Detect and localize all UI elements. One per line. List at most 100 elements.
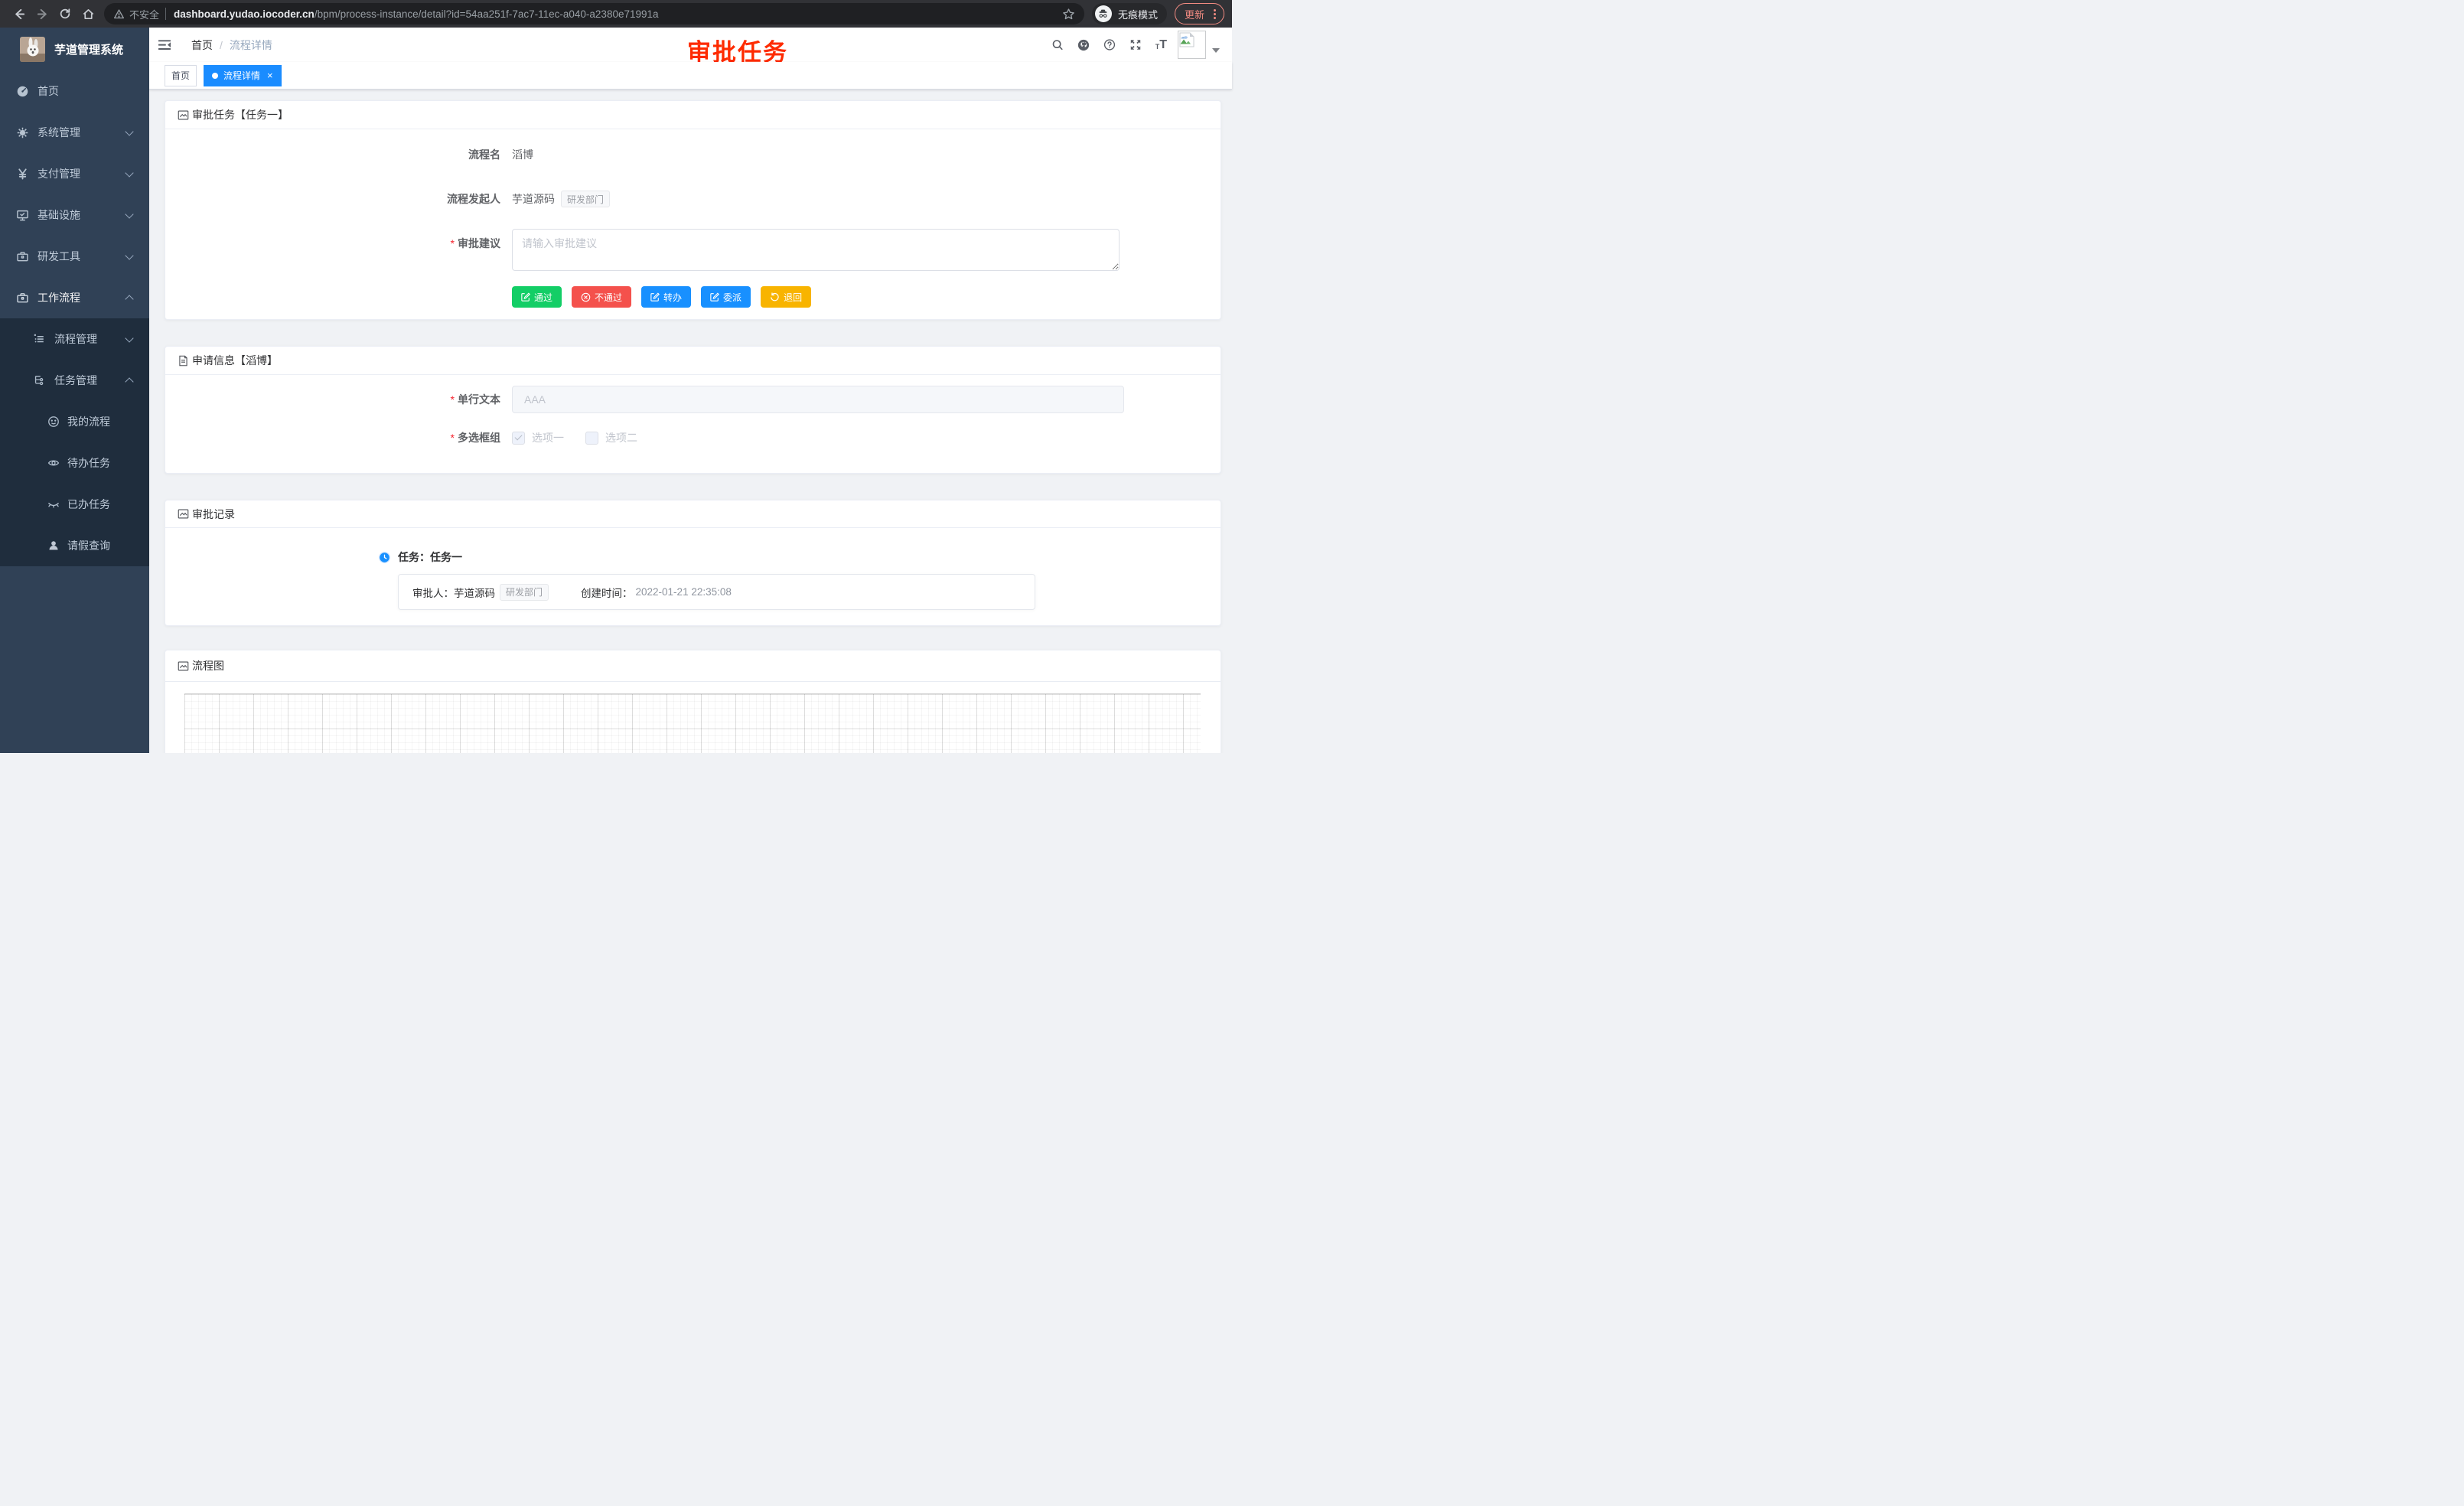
required-asterisk: * xyxy=(451,393,455,406)
record-card-body: 任务：任务一 审批人： 芋道源码 研发部门 创建时间： 2022-01-21 2… xyxy=(165,549,1221,610)
sidebar-item-system[interactable]: 系统管理 xyxy=(0,112,149,153)
chevron-down-icon xyxy=(125,168,133,177)
checkbox-option2-label: 选项二 xyxy=(605,430,637,445)
toolbox-icon xyxy=(15,250,29,263)
edit-icon xyxy=(710,292,719,302)
assignee-value: 芋道源码 xyxy=(454,585,495,600)
reload-icon[interactable] xyxy=(54,2,77,25)
github-icon[interactable] xyxy=(1077,38,1090,52)
text-field-input xyxy=(512,386,1124,413)
sidebar-item-todo-tasks[interactable]: 待办任务 xyxy=(0,442,149,484)
tab-home[interactable]: 首页 xyxy=(165,65,197,86)
back-icon[interactable] xyxy=(8,2,31,25)
sidebar-collapse-icon[interactable] xyxy=(149,28,179,62)
return-button[interactable]: 退回 xyxy=(761,286,811,308)
created-time-value: 2022-01-21 22:35:08 xyxy=(636,586,732,598)
timeline-clock-icon xyxy=(379,552,390,563)
breadcrumb-home[interactable]: 首页 xyxy=(191,37,213,53)
app-frame: 芋道管理系统 首页 系统管理 支付管理 xyxy=(0,28,1232,753)
document-icon xyxy=(178,355,189,367)
sidebar-item-home[interactable]: 首页 xyxy=(0,70,149,112)
list-tree-icon xyxy=(32,333,46,345)
record-detail-box: 审批人： 芋道源码 研发部门 创建时间： 2022-01-21 22:35:08 xyxy=(398,574,1035,610)
opinion-label: *审批建议 xyxy=(165,236,500,251)
chevron-down-icon xyxy=(125,334,133,342)
picture-icon xyxy=(178,508,189,520)
sidebar-item-task-mgmt[interactable]: 任务管理 xyxy=(0,360,149,401)
incognito-label: 无痕模式 xyxy=(1118,7,1158,21)
app-logo-row[interactable]: 芋道管理系统 xyxy=(0,28,149,70)
breadcrumb: 首页 / 流程详情 xyxy=(191,37,272,53)
tags-view-bar: 首页 流程详情 × xyxy=(149,62,1232,90)
required-asterisk: * xyxy=(451,432,455,444)
checkbox-group: 选项一 选项二 xyxy=(512,430,659,445)
chevron-up-icon xyxy=(125,295,133,303)
process-diagram-card: 流程图 xyxy=(165,650,1221,753)
sidebar-item-process-mgmt[interactable]: 流程管理 xyxy=(0,318,149,360)
bpmn-canvas[interactable] xyxy=(184,693,1201,753)
picture-icon xyxy=(178,660,189,672)
sidebar-item-workflow[interactable]: 工作流程 xyxy=(0,277,149,318)
tab-process-detail[interactable]: 流程详情 × xyxy=(204,65,282,86)
process-name-row: 流程名 滔博 xyxy=(165,147,1221,162)
browser-update-button[interactable]: 更新 xyxy=(1175,3,1224,24)
approval-record-card: 审批记录 任务：任务一 审批人： 芋道源码 研发部门 创建时间： 202 xyxy=(165,500,1221,626)
checkbox-option1 xyxy=(512,432,525,445)
app-title: 芋道管理系统 xyxy=(54,41,123,57)
record-task-label: 任务：任务一 xyxy=(398,549,462,565)
breadcrumb-current: 流程详情 xyxy=(230,37,272,53)
approve-button[interactable]: 通过 xyxy=(512,286,562,308)
flow-branch-icon xyxy=(32,374,46,386)
reject-button[interactable]: 不通过 xyxy=(572,286,631,308)
application-card-body: *单行文本 *多选框组 选项一 选项二 xyxy=(165,375,1221,473)
sidebar-item-my-process[interactable]: 我的流程 xyxy=(0,401,149,442)
security-label: 不安全 xyxy=(129,7,159,21)
dept-tag: 研发部门 xyxy=(561,191,610,207)
main-area: 首页 / 流程详情 审批任务 TT xyxy=(149,28,1232,753)
sidebar-item-infrastructure[interactable]: 基础设施 xyxy=(0,194,149,236)
incognito-badge: 无痕模式 xyxy=(1092,3,1167,24)
gear-icon xyxy=(15,126,29,139)
dashboard-icon xyxy=(15,85,29,98)
forward-icon[interactable] xyxy=(31,2,54,25)
transfer-button[interactable]: 转办 xyxy=(641,286,691,308)
diagram-card-body xyxy=(165,693,1221,753)
sidebar-item-payment[interactable]: 支付管理 xyxy=(0,153,149,194)
browser-menu-icon[interactable] xyxy=(1211,8,1219,21)
opinion-row: *审批建议 xyxy=(165,229,1221,271)
text-field-label: *单行文本 xyxy=(165,392,500,407)
help-icon[interactable] xyxy=(1103,38,1116,52)
face-icon xyxy=(47,416,60,428)
approval-card-title: 审批任务【任务一】 xyxy=(192,107,288,122)
fullscreen-icon[interactable] xyxy=(1129,38,1142,52)
search-icon[interactable] xyxy=(1051,38,1064,52)
avatar[interactable] xyxy=(1178,31,1206,59)
close-icon[interactable]: × xyxy=(267,70,273,80)
rotate-left-icon xyxy=(770,292,780,302)
opinion-textarea[interactable] xyxy=(512,229,1120,271)
chevron-down-icon xyxy=(125,127,133,135)
avatar-caret-icon[interactable] xyxy=(1212,48,1220,53)
edit-icon xyxy=(521,292,530,302)
sidebar-item-leave-query[interactable]: 请假查询 xyxy=(0,525,149,566)
workflow-submenu: 流程管理 任务管理 我的流程 xyxy=(0,318,149,566)
browser-toolbar: 不安全 dashboard.yudao.iocoder.cn/bpm/proce… xyxy=(0,0,1232,28)
application-info-card: 申请信息【滔博】 *单行文本 *多选框组 选项一 选项二 xyxy=(165,346,1221,474)
security-warning-icon xyxy=(113,8,125,20)
breadcrumb-separator: / xyxy=(220,39,223,51)
home-icon[interactable] xyxy=(77,2,99,25)
checkbox-option2 xyxy=(585,432,598,445)
eye-open-icon xyxy=(47,457,60,469)
bookmark-star-icon[interactable] xyxy=(1062,8,1075,21)
chevron-down-icon xyxy=(125,251,133,259)
font-size-icon[interactable]: TT xyxy=(1155,39,1167,51)
sidebar-item-devtools[interactable]: 研发工具 xyxy=(0,236,149,277)
address-bar[interactable]: 不安全 dashboard.yudao.iocoder.cn/bpm/proce… xyxy=(104,3,1084,24)
approval-buttons: 通过 不通过 转办 委派 xyxy=(512,286,1221,308)
delegate-button[interactable]: 委派 xyxy=(701,286,751,308)
update-label: 更新 xyxy=(1185,7,1204,21)
sidebar-item-done-tasks[interactable]: 已办任务 xyxy=(0,484,149,525)
checkbox-group-row: *多选框组 选项一 选项二 xyxy=(165,430,1221,445)
process-name-value: 滔博 xyxy=(512,147,533,162)
initiator-value: 芋道源码 研发部门 xyxy=(512,191,610,207)
